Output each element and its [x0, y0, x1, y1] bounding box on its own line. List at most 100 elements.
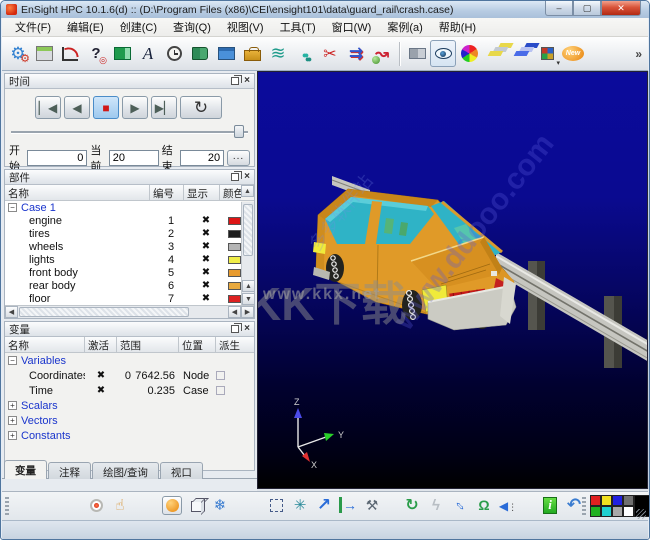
new-features-icon[interactable]	[560, 40, 586, 67]
col-range[interactable]: 范围	[117, 337, 179, 352]
current-time-input[interactable]	[109, 150, 159, 166]
part-color-swatch[interactable]	[228, 230, 241, 238]
scroll-up-icon[interactable]: ▲	[242, 280, 255, 292]
palette-color-swatch[interactable]	[590, 506, 601, 517]
cube-view-icon[interactable]	[186, 495, 206, 515]
variable-row[interactable]: Coordinates✖07642.56Node	[5, 368, 254, 383]
part-row[interactable]: rear body6✖	[5, 279, 241, 292]
query-plot-icon[interactable]	[57, 40, 83, 67]
part-row[interactable]: floor7✖	[5, 292, 241, 305]
lightning-icon[interactable]	[426, 495, 446, 515]
palette-color-swatch[interactable]	[601, 506, 612, 517]
menu-item-e[interactable]: 编辑(E)	[60, 18, 111, 36]
variables-panel-titlebar[interactable]: 变量 ×	[5, 322, 254, 337]
loop-button[interactable]: ↻	[180, 96, 222, 119]
menu-item-c[interactable]: 创建(C)	[113, 18, 164, 36]
variable-derived-checkbox[interactable]	[216, 386, 225, 395]
parts-gears-icon[interactable]	[5, 40, 31, 67]
part-row[interactable]: tires2✖	[5, 227, 241, 240]
col-name[interactable]: 名称	[5, 337, 85, 352]
snowflake-select-icon[interactable]	[210, 495, 230, 515]
toolbar-drag-handle[interactable]	[582, 497, 586, 515]
resize-arrows-icon[interactable]	[450, 495, 470, 515]
variable-derived-checkbox[interactable]	[216, 371, 225, 380]
float-panel-icon[interactable]	[231, 325, 239, 333]
clip-create-icon[interactable]	[317, 40, 343, 67]
scroll-down-icon[interactable]: ▼	[242, 293, 255, 305]
col-color[interactable]: 颜色	[220, 185, 241, 200]
part-row[interactable]: lights4✖	[5, 253, 241, 266]
step-backward-button[interactable]: ◀	[64, 96, 90, 119]
part-row[interactable]: front body5✖	[5, 266, 241, 279]
parts-hscrollbar[interactable]: ◀ ◀ ▶	[5, 305, 254, 318]
close-panel-icon[interactable]: ×	[244, 77, 250, 85]
part-visible-mark[interactable]: ✖	[188, 215, 224, 226]
part-visible-mark[interactable]: ✖	[188, 293, 224, 304]
palette-color-swatch[interactable]	[601, 495, 612, 506]
palette-color-swatch[interactable]	[612, 495, 623, 506]
part-color-swatch[interactable]	[228, 217, 241, 225]
time-slider[interactable]	[11, 124, 248, 138]
palette-color-swatch[interactable]	[590, 495, 601, 506]
col-location[interactable]: 位置	[179, 337, 216, 352]
jump-to-beginning-button[interactable]: ▏◀	[35, 96, 61, 119]
undo-icon[interactable]	[564, 495, 584, 515]
record-icon[interactable]	[86, 495, 106, 515]
expand-icon[interactable]: +	[8, 416, 17, 425]
tab-视口[interactable]: 视口	[160, 462, 203, 479]
gray-layers-icon[interactable]	[482, 40, 508, 67]
command-log-icon[interactable]	[187, 40, 213, 67]
part-visible-mark[interactable]: ✖	[188, 280, 224, 291]
rotate-icon[interactable]	[402, 495, 422, 515]
start-time-input[interactable]	[27, 150, 87, 166]
menu-item-f[interactable]: 文件(F)	[8, 18, 58, 36]
toolbar-drag-handle[interactable]	[5, 497, 9, 515]
float-panel-icon[interactable]	[231, 77, 239, 85]
end-time-input[interactable]	[180, 150, 224, 166]
close-panel-icon[interactable]: ×	[244, 173, 250, 181]
part-visible-mark[interactable]: ✖	[188, 241, 224, 252]
part-color-swatch[interactable]	[228, 269, 241, 277]
col-derived[interactable]: 派生	[216, 337, 254, 352]
parts-case-row[interactable]: −Case 1	[5, 201, 241, 214]
visibility-eye-icon[interactable]	[430, 40, 456, 67]
jump-to-end-button[interactable]: ▶▏	[151, 96, 177, 119]
col-show[interactable]: 显示	[184, 185, 220, 200]
palette-color-swatch[interactable]	[612, 506, 623, 517]
menu-item-v[interactable]: 视图(V)	[220, 18, 271, 36]
resize-grip[interactable]	[636, 509, 646, 519]
part-visible-mark[interactable]: ✖	[188, 254, 224, 265]
part-color-swatch[interactable]	[228, 282, 241, 290]
toolbar-overflow-icon[interactable]: »	[635, 47, 642, 61]
parts-vscrollbar[interactable]: ▲ ▼	[241, 202, 254, 305]
exit-arrow-icon[interactable]	[338, 495, 358, 515]
menu-item-q[interactable]: 查询(Q)	[166, 18, 218, 36]
menu-item-w[interactable]: 窗口(W)	[325, 18, 379, 36]
view-direction-icon[interactable]	[498, 495, 518, 515]
hscroll-thumb[interactable]	[19, 307, 189, 317]
close-button[interactable]: ✕	[601, 1, 641, 16]
viewport-layout-icon[interactable]	[109, 40, 135, 67]
collapse-icon[interactable]: −	[8, 203, 17, 212]
go-arrow-icon[interactable]	[314, 495, 334, 515]
part-visible-mark[interactable]: ✖	[188, 228, 224, 239]
color-legend-icon[interactable]	[404, 40, 430, 67]
tools-icon[interactable]	[362, 495, 382, 515]
contour-create-icon[interactable]	[265, 40, 291, 67]
scroll-up-icon[interactable]: ▲	[241, 185, 254, 197]
part-visible-mark[interactable]: ✖	[188, 267, 224, 278]
marquee-select-icon[interactable]	[266, 495, 286, 515]
scroll-right-icon[interactable]: ▶	[241, 306, 254, 318]
scroll-left-icon[interactable]: ◀	[228, 306, 241, 318]
parts-panel-titlebar[interactable]: 部件 ×	[5, 170, 254, 185]
menu-item-a[interactable]: 案例(a)	[380, 18, 429, 36]
variable-active-mark[interactable]: ✖	[85, 385, 117, 396]
annotation-icon[interactable]	[135, 40, 161, 67]
part-row[interactable]: engine1✖	[5, 214, 241, 227]
part-color-swatch[interactable]	[228, 295, 241, 303]
calculator-icon[interactable]	[31, 40, 57, 67]
variables-group-row[interactable]: +Vectors	[5, 413, 254, 428]
color-grid-icon[interactable]	[534, 40, 560, 67]
orange-ball-icon[interactable]	[162, 495, 182, 515]
expand-icon[interactable]: +	[8, 401, 17, 410]
